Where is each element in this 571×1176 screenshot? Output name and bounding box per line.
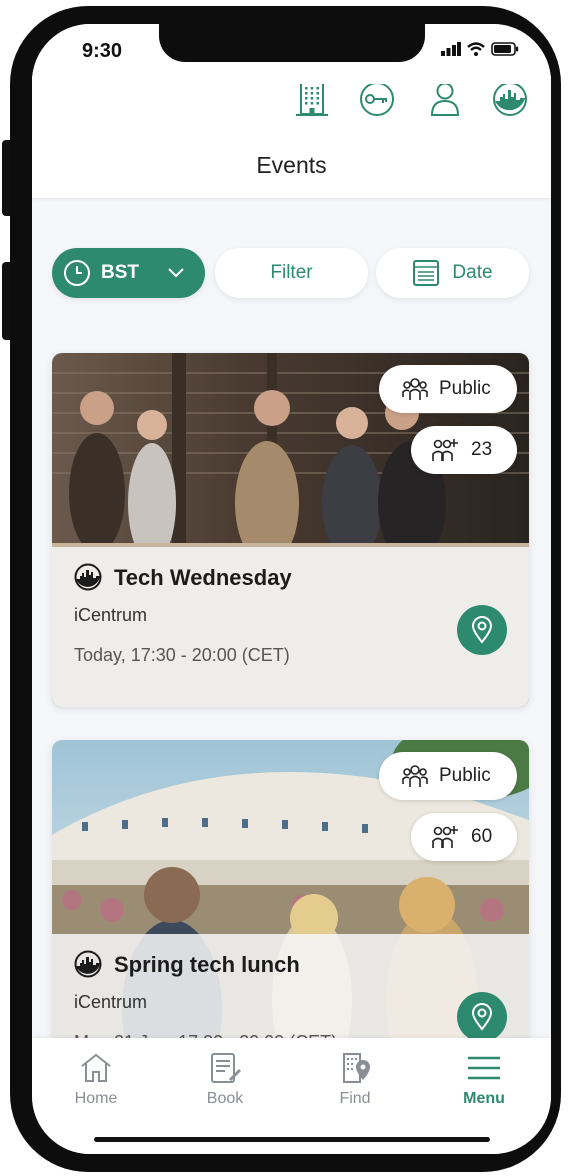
key-icon[interactable] xyxy=(358,80,396,118)
visibility-label: Public xyxy=(439,378,491,399)
nav-menu-label: Menu xyxy=(463,1090,505,1107)
page-title: Events xyxy=(256,151,327,178)
attendee-count: 60 xyxy=(471,826,493,847)
nav-home-label: Home xyxy=(74,1090,118,1107)
menu-icon xyxy=(468,1056,500,1080)
signal-icon xyxy=(441,42,461,56)
nav-book[interactable]: Book xyxy=(175,1052,275,1108)
app-screen: 9:30 Events BST Filter Date Public 23 Te… xyxy=(32,24,551,1154)
filter-label: Filter xyxy=(270,262,313,283)
nav-find[interactable]: Find xyxy=(305,1052,405,1108)
clock-icon xyxy=(64,260,90,286)
list-icon xyxy=(413,260,440,286)
visibility-label: Public xyxy=(439,765,491,786)
home-indicator[interactable] xyxy=(94,1137,490,1142)
event-card[interactable]: Public 23 Tech Wednesday iCentrum Today,… xyxy=(52,353,529,707)
chevron-down-icon xyxy=(168,268,184,278)
status-icons xyxy=(441,42,519,56)
event-time: Today, 17:30 - 20:00 (CET) xyxy=(74,645,290,665)
timezone-label: BST xyxy=(101,262,139,283)
visibility-badge: Public xyxy=(379,365,517,413)
location-pin-icon xyxy=(471,616,493,644)
event-title: Spring tech lunch xyxy=(114,952,300,977)
notch xyxy=(159,24,425,62)
event-title: Tech Wednesday xyxy=(114,565,292,590)
attendees-plus-icon xyxy=(432,826,458,848)
book-icon xyxy=(211,1053,241,1083)
building-icon[interactable] xyxy=(293,80,331,118)
date-button[interactable]: Date xyxy=(376,248,529,298)
attendee-count-badge: 60 xyxy=(411,813,517,861)
user-icon[interactable] xyxy=(426,80,464,118)
status-time: 9:30 xyxy=(82,40,123,62)
nav-book-label: Book xyxy=(206,1090,244,1107)
phone-device: 9:30 Events BST Filter Date Public 23 Te… xyxy=(0,0,571,1176)
event-info-panel: Tech Wednesday iCentrum Today, 17:30 - 2… xyxy=(52,547,529,707)
attendees-plus-icon xyxy=(432,439,458,461)
group-icon xyxy=(402,378,428,400)
attendee-count-badge: 23 xyxy=(411,426,517,474)
date-label: Date xyxy=(452,262,493,283)
nav-menu[interactable]: Menu xyxy=(434,1052,534,1108)
location-pin-icon xyxy=(471,1003,493,1031)
location-button[interactable] xyxy=(457,992,507,1042)
page-header: Events xyxy=(32,132,551,198)
group-icon xyxy=(402,765,428,787)
timezone-dropdown[interactable]: BST xyxy=(52,248,205,298)
nav-find-label: Find xyxy=(339,1090,371,1107)
find-icon xyxy=(343,1053,370,1083)
battery-icon xyxy=(491,42,519,56)
profile-logo-icon[interactable] xyxy=(491,80,529,118)
location-button[interactable] xyxy=(457,605,507,655)
wifi-icon xyxy=(467,42,485,56)
event-venue: iCentrum xyxy=(74,605,148,625)
nav-home[interactable]: Home xyxy=(46,1052,146,1108)
attendee-count: 23 xyxy=(471,439,493,460)
venue-logo-icon xyxy=(74,950,102,978)
event-venue: iCentrum xyxy=(74,992,148,1012)
visibility-badge: Public xyxy=(379,752,517,800)
bottom-navigation: Home Book Find Menu xyxy=(32,1038,551,1154)
filter-button[interactable]: Filter xyxy=(215,248,368,298)
venue-logo-icon xyxy=(74,563,102,591)
home-icon xyxy=(81,1053,111,1082)
